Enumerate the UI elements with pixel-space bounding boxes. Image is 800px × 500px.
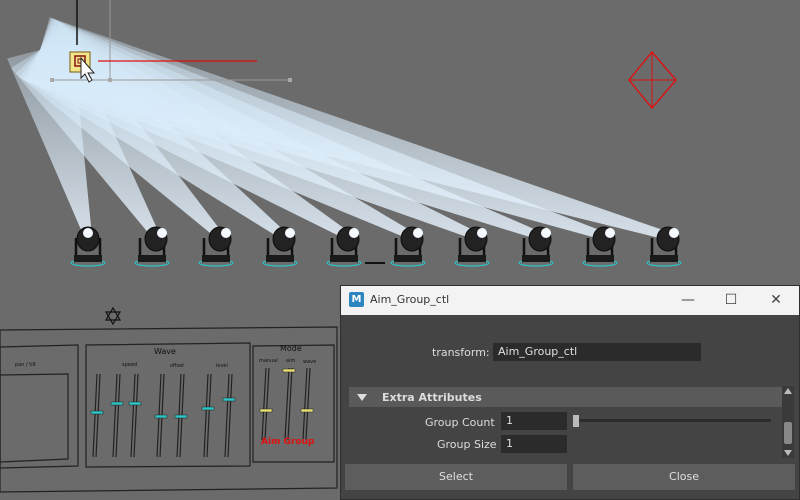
- group-count-slider-track[interactable]: [575, 419, 771, 422]
- scroll-thumb[interactable]: [784, 422, 792, 444]
- select-button[interactable]: Select: [345, 464, 567, 490]
- fader[interactable]: [174, 373, 188, 458]
- spotlight-fixture[interactable]: [262, 226, 298, 267]
- wave-level-label: level: [216, 363, 228, 369]
- spotlight-fixture[interactable]: [134, 226, 170, 267]
- minimize-icon[interactable]: —: [675, 289, 701, 311]
- wave-speed-label: speed: [122, 362, 138, 368]
- group-count-slider-handle[interactable]: [573, 415, 579, 427]
- aim-group-label: Aim Group: [261, 437, 315, 447]
- fader[interactable]: [154, 373, 168, 458]
- mode-wave-label: wave: [303, 359, 317, 365]
- diamond-locator-icon[interactable]: [628, 50, 677, 110]
- group-size-field[interactable]: 1: [501, 435, 567, 453]
- wave-title: Wave: [154, 347, 176, 356]
- close-button[interactable]: Close: [573, 464, 795, 490]
- fader[interactable]: [201, 373, 215, 458]
- maximize-icon[interactable]: ☐: [718, 289, 744, 311]
- attribute-window: M Aim_Group_ctl — ☐ ✕ transform: Aim_Gro…: [340, 285, 800, 500]
- fader[interactable]: [222, 373, 236, 458]
- close-icon[interactable]: ✕: [763, 289, 789, 311]
- spotlight-fixture[interactable]: [70, 226, 106, 267]
- maya-icon: M: [349, 292, 364, 307]
- group-size-label: Group Size: [437, 438, 497, 451]
- fader[interactable]: [282, 367, 296, 441]
- transform-label: transform:: [432, 346, 490, 359]
- transform-field[interactable]: Aim_Group_ctl: [493, 343, 701, 361]
- collapse-arrow-icon[interactable]: [357, 394, 367, 401]
- extra-attributes-section[interactable]: Extra Attributes: [349, 387, 786, 407]
- window-title: Aim_Group_ctl: [370, 293, 450, 306]
- pan-tilt-label: pan / tilt: [15, 362, 36, 368]
- mode-aim-label: aim: [286, 358, 296, 364]
- section-title: Extra Attributes: [382, 391, 482, 404]
- mode-title: Mode: [280, 344, 302, 353]
- star-of-david-icon: [104, 306, 122, 326]
- wave-offset-label: offset: [170, 363, 185, 369]
- fader[interactable]: [110, 373, 124, 458]
- scroll-down-icon[interactable]: [784, 450, 792, 456]
- group-count-field[interactable]: 1: [501, 412, 567, 430]
- mode-manual-label: manual: [259, 358, 278, 364]
- spotlight-fixture[interactable]: [198, 226, 234, 267]
- scroll-up-icon[interactable]: [784, 388, 792, 394]
- spotlight-fixture[interactable]: [326, 226, 362, 267]
- fader[interactable]: [90, 373, 104, 458]
- window-titlebar[interactable]: M Aim_Group_ctl — ☐ ✕: [341, 286, 799, 315]
- fader[interactable]: [259, 367, 273, 441]
- group-count-label: Group Count: [425, 416, 495, 429]
- scrollbar[interactable]: [782, 386, 794, 458]
- light-beams: [7, 17, 670, 240]
- fader[interactable]: [300, 367, 314, 441]
- fader[interactable]: [128, 373, 142, 458]
